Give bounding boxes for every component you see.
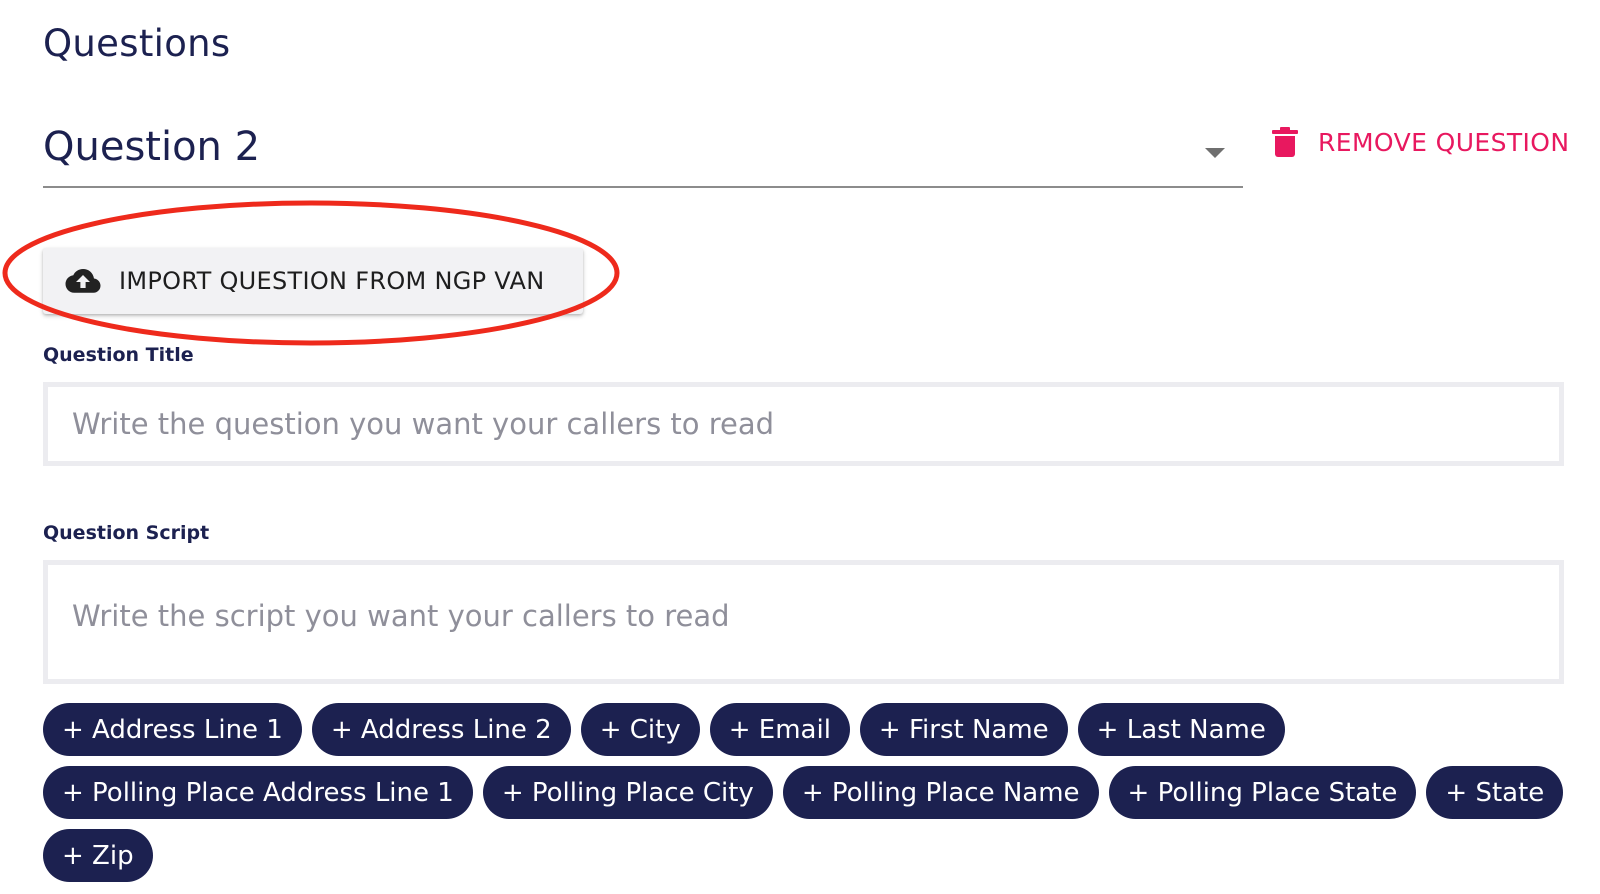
cloud-upload-icon	[65, 269, 101, 293]
variable-chip-state[interactable]: + State	[1426, 766, 1564, 819]
variable-chip-polling-place-city[interactable]: + Polling Place City	[482, 766, 773, 819]
variable-chip-address-line-1[interactable]: + Address Line 1	[43, 703, 302, 756]
variable-chip-last-name[interactable]: + Last Name	[1077, 703, 1285, 756]
variable-chip-address-line-2[interactable]: + Address Line 2	[311, 703, 571, 756]
question-title-label: Question Title	[43, 344, 194, 366]
variable-chip-list: + Address Line 1 + Address Line 2 + City…	[43, 703, 1573, 882]
question-select[interactable]: Question 2	[43, 118, 1243, 188]
variable-chip-polling-place-address-line-1[interactable]: + Polling Place Address Line 1	[43, 766, 473, 819]
question-select-value: Question 2	[43, 124, 261, 170]
section-title: Questions	[43, 22, 231, 65]
caret-down-icon[interactable]	[1205, 148, 1225, 158]
question-script-label: Question Script	[43, 522, 210, 544]
variable-chip-polling-place-state[interactable]: + Polling Place State	[1108, 766, 1417, 819]
variable-chip-polling-place-name[interactable]: + Polling Place Name	[782, 766, 1099, 819]
variable-chip-email[interactable]: + Email	[709, 703, 850, 756]
import-question-label: IMPORT QUESTION FROM NGP VAN	[119, 267, 545, 295]
question-script-input[interactable]	[43, 560, 1564, 684]
remove-question-button[interactable]: REMOVE QUESTION	[1272, 120, 1569, 164]
import-question-button[interactable]: IMPORT QUESTION FROM NGP VAN	[43, 248, 583, 314]
remove-question-label: REMOVE QUESTION	[1318, 127, 1570, 157]
variable-chip-zip[interactable]: + Zip	[43, 829, 153, 882]
variable-chip-city[interactable]: + City	[580, 703, 700, 756]
question-title-input[interactable]	[43, 382, 1564, 466]
trash-icon	[1272, 127, 1298, 157]
variable-chip-first-name[interactable]: + First Name	[859, 703, 1068, 756]
